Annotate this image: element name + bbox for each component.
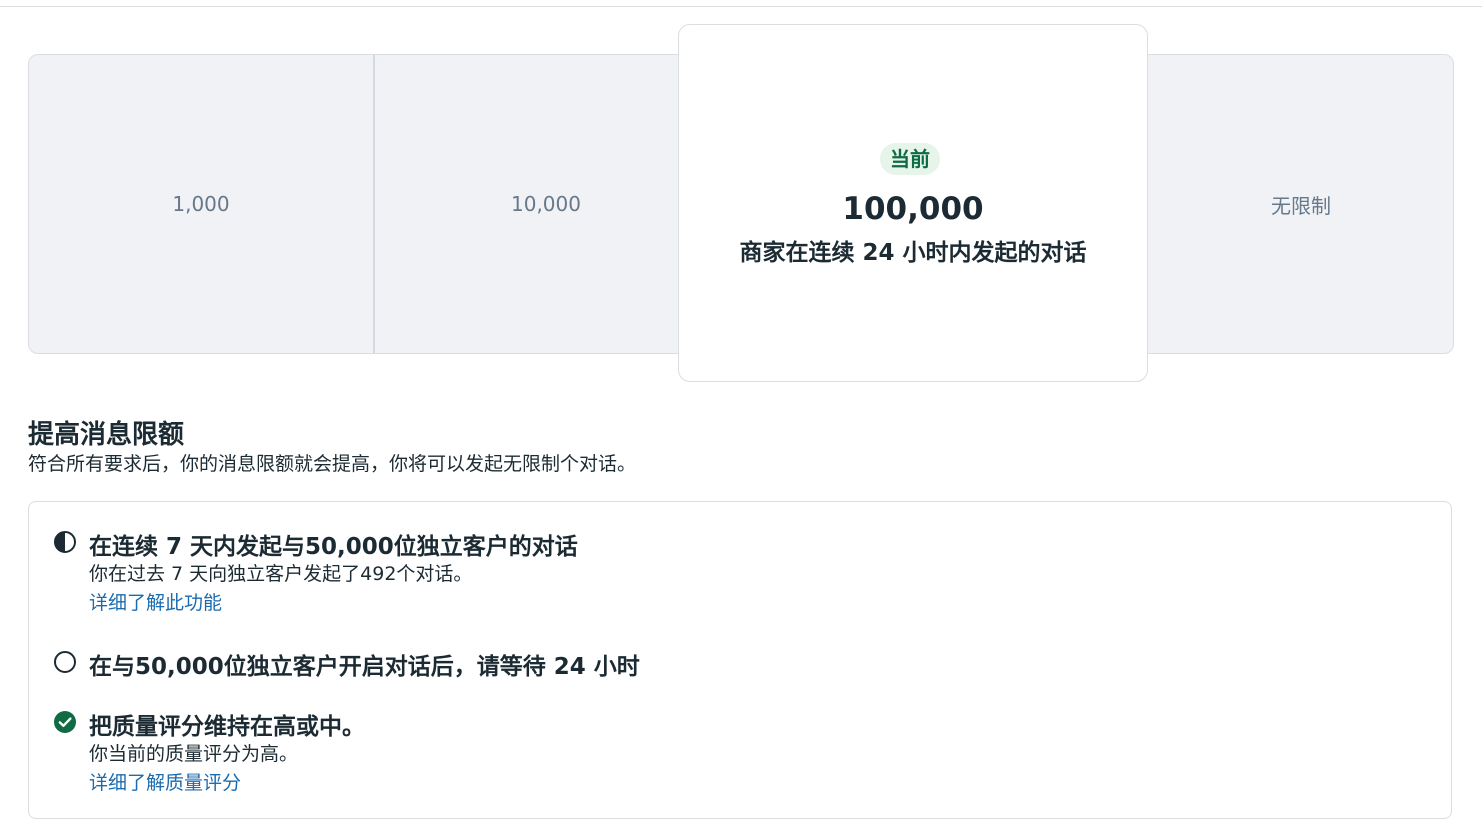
current-tier-description: 商家在连续 24 小时内发起的对话 bbox=[739, 240, 1087, 266]
requirement-subtitle: 你在过去 7 天向独立客户发起了492个对话。 bbox=[89, 563, 473, 585]
learn-more-feature-link[interactable]: 详细了解此功能 bbox=[89, 588, 222, 615]
tier-label: 10,000 bbox=[511, 192, 581, 216]
tier-label: 1,000 bbox=[172, 192, 230, 216]
requirement-subtitle: 你当前的质量评分为高。 bbox=[89, 743, 299, 765]
half-circle-icon bbox=[54, 531, 76, 553]
current-tier-value: 100,000 bbox=[842, 191, 984, 227]
section-subtitle: 符合所有要求后，你的消息限额就会提高，你将可以发起无限制个对话。 bbox=[28, 453, 637, 475]
top-divider bbox=[0, 6, 1482, 7]
tier-10000: 10,000 bbox=[374, 55, 718, 353]
learn-more-quality-link[interactable]: 详细了解质量评分 bbox=[89, 768, 241, 795]
requirements-panel: 在连续 7 天内发起与50,000位独立客户的对话 你在过去 7 天向独立客户发… bbox=[28, 501, 1452, 819]
tier-unlimited: 无限制 bbox=[1149, 55, 1453, 353]
check-circle-icon bbox=[54, 711, 76, 733]
tier-1000: 1,000 bbox=[29, 55, 373, 353]
current-badge: 当前 bbox=[880, 143, 940, 175]
current-tier-card: 当前 100,000 商家在连续 24 小时内发起的对话 bbox=[678, 24, 1148, 382]
requirement-title: 在与50,000位独立客户开启对话后，请等待 24 小时 bbox=[89, 654, 640, 680]
empty-circle-icon bbox=[54, 651, 76, 673]
tier-label: 无限制 bbox=[1271, 193, 1331, 218]
requirement-title: 在连续 7 天内发起与50,000位独立客户的对话 bbox=[89, 534, 578, 560]
section-title: 提高消息限额 bbox=[28, 420, 185, 450]
requirement-title: 把质量评分维持在高或中。 bbox=[89, 714, 365, 740]
